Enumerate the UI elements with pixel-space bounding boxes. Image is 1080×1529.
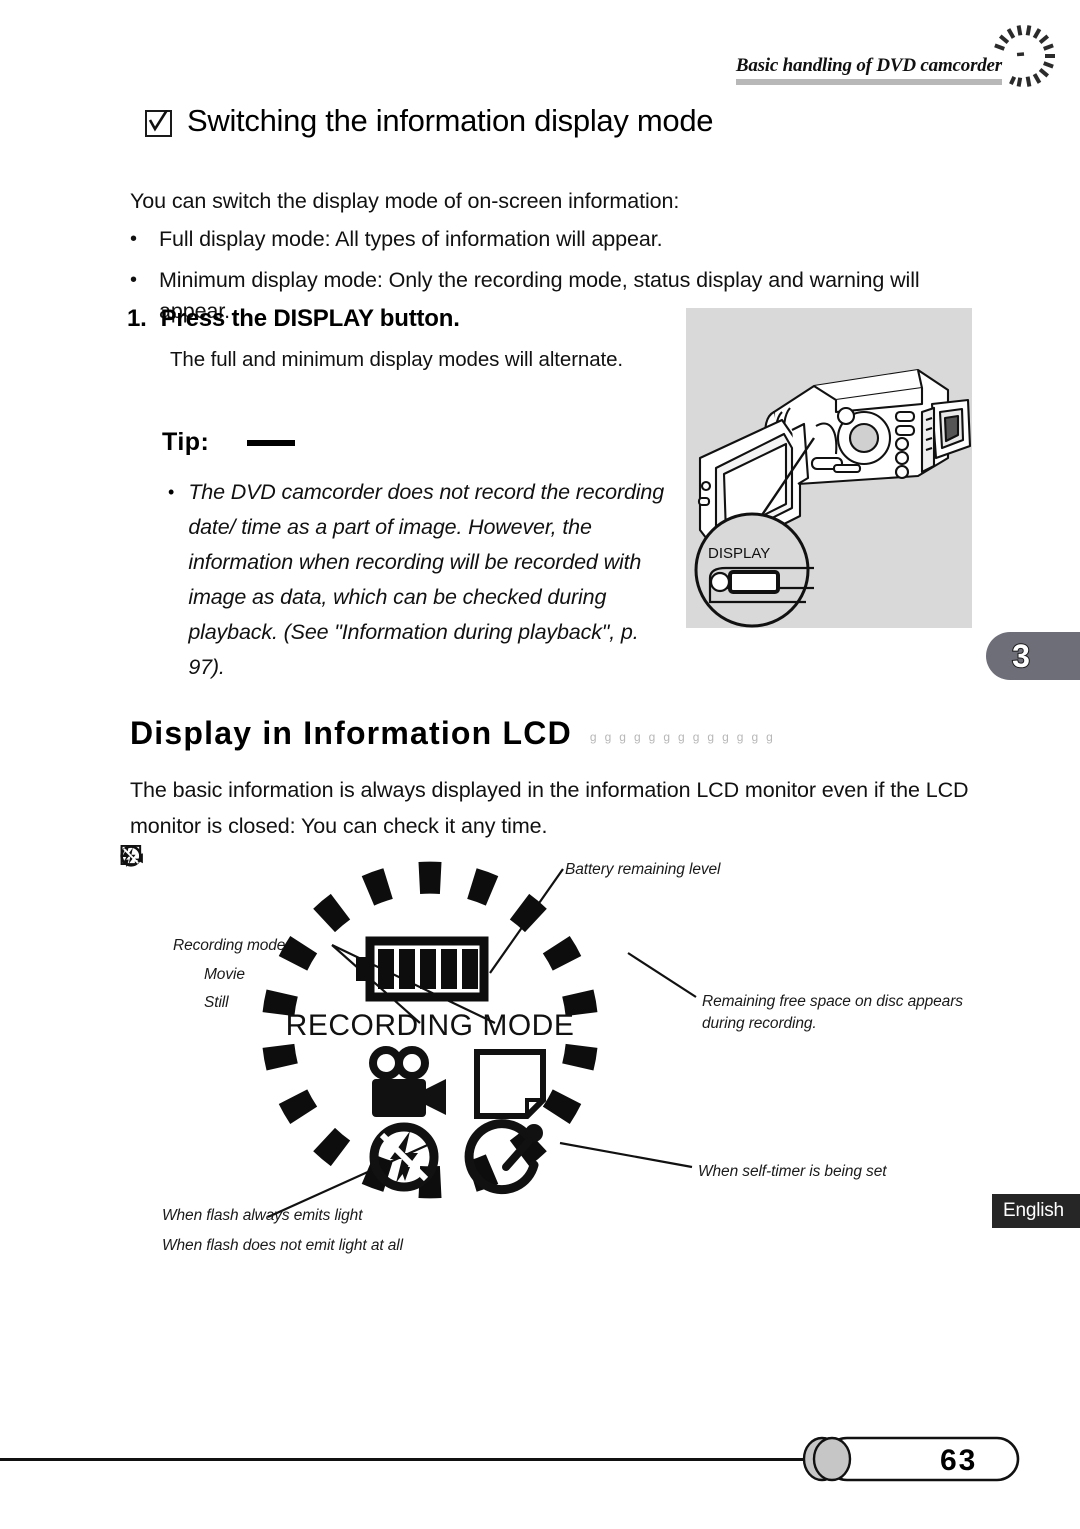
bullet-marker: • (130, 228, 137, 250)
dotted-arc-icon (991, 25, 1055, 87)
step-number: 1. (127, 305, 147, 332)
page-number: 63 (940, 1444, 978, 1477)
callout-movie-label: Movie (204, 966, 245, 983)
battery-full-icon (356, 936, 489, 1002)
deco-glyph: g (678, 730, 685, 744)
callout-flash-never: When flash does not emit light at all (162, 1237, 403, 1254)
tip-rule (247, 440, 295, 446)
list-item: • Full display mode: All types of inform… (130, 224, 990, 255)
flash-off-icon (120, 845, 142, 867)
language-label: English (1003, 1200, 1064, 1221)
language-tab: English (992, 1194, 1080, 1228)
footer-rule (0, 1458, 840, 1461)
lcd-section-heading: Display in Information LCD g g g g g g g… (130, 715, 773, 752)
deco-glyph: g (663, 730, 671, 744)
step-title: Press the DISPLAY button. (160, 305, 460, 332)
deco-glyph: g (692, 730, 700, 744)
dvd-camcorder-illustration (697, 368, 972, 558)
deco-glyph: g (589, 730, 597, 744)
list-item-text: Full display mode: All types of informat… (159, 227, 663, 251)
tip-text: The DVD camcorder does not record the re… (188, 480, 665, 679)
lcd-heading-text: Display in Information LCD (130, 715, 572, 751)
deco-glyph: g (648, 730, 656, 744)
section-intro-text: You can switch the display mode of on-sc… (130, 189, 680, 213)
deco-glyph: g (707, 730, 715, 744)
section-title: Switching the information display mode (187, 103, 714, 138)
step-body-text: The full and minimum display modes will … (170, 348, 624, 371)
tip-list-item: • The DVD camcorder does not record the … (168, 475, 668, 685)
section-heading: Switching the information display mode (145, 103, 714, 139)
movie-camera-icon (369, 1046, 446, 1117)
still-photo-icon (474, 1049, 546, 1119)
bullet-marker: • (168, 482, 175, 502)
tip-label: Tip: (162, 428, 210, 456)
running-header-title: Basic handling of DVD camcorder (735, 55, 1002, 85)
deco-glyph: g (766, 730, 773, 744)
chapter-tab-3: 3 (986, 632, 1080, 680)
camcorder-figure-panel (686, 308, 972, 628)
deco-glyph: g (633, 730, 641, 744)
callout-flash-always: When flash always emits light (162, 1207, 363, 1224)
callout-recording-mode-title: Recording mode (173, 937, 286, 954)
deco-glyph: g (751, 730, 759, 744)
lcd-section-intro: The basic information is always displaye… (130, 778, 969, 838)
information-lcd-diagram: RECORDING MODE Battery remaining level R… (120, 845, 1020, 1275)
step-heading: 1. Press the DISPLAY button. (127, 305, 460, 333)
page-number-badge (802, 1436, 1020, 1482)
callout-still-label: Still (204, 994, 229, 1011)
heading-decoration: g g g g g g g g g g g g g (590, 730, 773, 752)
callout-free-space: Remaining free space on disc appears dur… (702, 993, 963, 1032)
callout-battery-level: Battery remaining level (565, 861, 721, 878)
deco-glyph: g (736, 730, 744, 744)
recording-mode-label: RECORDING MODE (286, 1009, 575, 1042)
checkbox-checked-icon (145, 109, 172, 137)
deco-glyph: g (604, 730, 612, 744)
deco-glyph: g (619, 730, 626, 744)
deco-glyph: g (722, 730, 729, 744)
chapter-number: 3 (1011, 637, 1031, 675)
callout-self-timer: When self-timer is being set (698, 1163, 887, 1180)
flash-off-icon (369, 1122, 439, 1192)
